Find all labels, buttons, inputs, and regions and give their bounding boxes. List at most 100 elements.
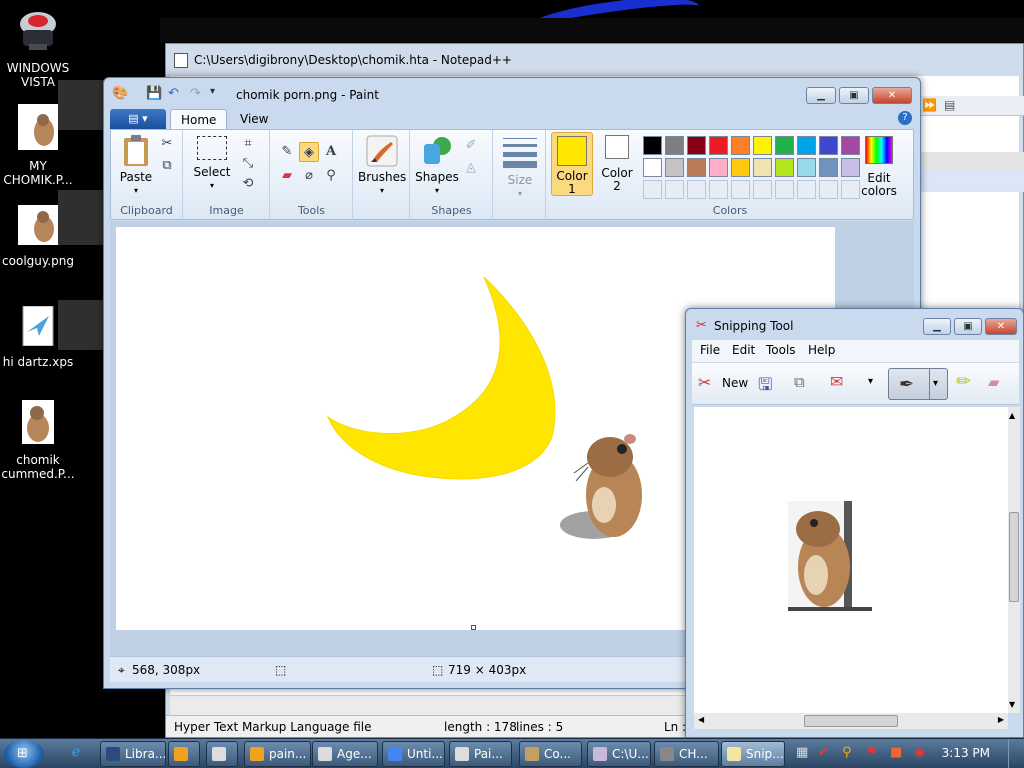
palette-custom-swatch[interactable]	[731, 180, 750, 199]
palette-swatch[interactable]	[665, 158, 684, 177]
palette-custom-swatch[interactable]	[775, 180, 794, 199]
select-button[interactable]: Select ▾	[192, 136, 232, 192]
palette-swatch[interactable]	[709, 136, 728, 155]
scroll-up-icon[interactable]: ▲	[1009, 411, 1015, 420]
scroll-thumb[interactable]	[804, 715, 898, 727]
media-player-button[interactable]	[168, 741, 200, 767]
start-button[interactable]: ⊞	[4, 740, 44, 768]
scroll-right-icon[interactable]: ▶	[998, 715, 1004, 724]
palette-swatch[interactable]	[643, 136, 662, 155]
cut-icon[interactable]: ✂	[157, 134, 177, 154]
notepadpp-titlebar[interactable]: C:\Users\digibrony\Desktop\chomik.hta - …	[166, 44, 1023, 76]
palette-custom-swatch[interactable]	[819, 180, 838, 199]
brushes-button[interactable]: Brushes ▾	[358, 134, 406, 197]
paint-titlebar[interactable]: 🎨 💾 ↶ ↷ ▾ chomik porn.png - Paint ▁ ▣ ✕	[104, 78, 920, 108]
palette-custom-swatch[interactable]	[665, 180, 684, 199]
eraser-icon[interactable]: ▰	[988, 373, 1000, 391]
tab-view[interactable]: View	[230, 109, 278, 129]
paint-menu-button[interactable]: ▤ ▾	[110, 109, 166, 129]
desktop-icon-chomik-cummed[interactable]: chomik cummed.P...	[0, 400, 76, 481]
close-button[interactable]: ✕	[872, 87, 912, 104]
color2-button[interactable]: Color 2	[597, 135, 637, 193]
palette-swatch[interactable]	[687, 136, 706, 155]
save-snip-icon[interactable]: 🖫	[758, 372, 772, 401]
tab-home[interactable]: Home	[170, 109, 228, 129]
snip-vertical-scrollbar[interactable]: ▲ ▼	[1008, 407, 1020, 713]
menu-help[interactable]: Help	[808, 343, 835, 357]
macro-icon[interactable]: ▤	[944, 98, 955, 112]
shapes-button[interactable]: Shapes ▾	[415, 134, 459, 197]
minimize-button[interactable]: ▁	[923, 318, 951, 335]
color1-button[interactable]: Color 1	[551, 132, 593, 196]
minimize-button[interactable]: ▁	[806, 87, 836, 104]
calculator-button[interactable]	[206, 741, 238, 767]
rotate-icon[interactable]: ⟲	[238, 174, 258, 194]
fill-icon[interactable]: ◬	[461, 158, 481, 178]
canvas-resize-handle[interactable]	[471, 625, 476, 630]
palette-swatch[interactable]	[665, 136, 684, 155]
maximize-button[interactable]: ▣	[954, 318, 982, 335]
save-icon[interactable]: 💾	[146, 86, 162, 101]
taskbar-item[interactable]: Co...	[519, 741, 582, 767]
notepadpp-toolbar[interactable]: ⏩ ▤	[916, 96, 1024, 116]
pencil-icon[interactable]: ✎	[277, 142, 297, 162]
menu-edit[interactable]: Edit	[732, 343, 755, 357]
palette-swatch[interactable]	[775, 158, 794, 177]
tray-search-icon[interactable]: ⚲	[842, 745, 852, 760]
new-snip-icon[interactable]: ✂	[698, 373, 711, 392]
color-picker-icon[interactable]: ⌀	[299, 166, 319, 186]
desktop-icon-my-chomik[interactable]: MY CHOMIK.P...	[0, 104, 76, 187]
palette-custom-swatch[interactable]	[797, 180, 816, 199]
fast-forward-icon[interactable]: ⏩	[922, 98, 937, 112]
paste-button[interactable]: Paste ▾	[117, 134, 155, 197]
new-button[interactable]: New	[722, 376, 748, 390]
customize-toolbar-icon[interactable]: ▾	[210, 86, 215, 97]
text-tool-icon[interactable]: A	[321, 142, 341, 162]
highlighter-icon[interactable]: ✏	[956, 371, 971, 392]
palette-swatch[interactable]	[775, 136, 794, 155]
menu-tools[interactable]: Tools	[766, 343, 796, 357]
snipping-tool-window[interactable]: ✂ Snipping Tool ▁ ▣ ✕ File Edit Tools He…	[685, 308, 1024, 738]
palette-custom-swatch[interactable]	[709, 180, 728, 199]
taskbar-item[interactable]: Snip...	[721, 741, 785, 767]
palette-swatch[interactable]	[753, 158, 772, 177]
redo-icon[interactable]: ↷	[190, 86, 201, 101]
edit-colors-button[interactable]: Edit colors	[853, 136, 905, 198]
tray-box-icon[interactable]: ■	[890, 745, 902, 760]
close-button[interactable]: ✕	[985, 318, 1017, 335]
tray-record-icon[interactable]: ◉	[914, 745, 925, 760]
palette-swatch[interactable]	[819, 136, 838, 155]
tray-check-icon[interactable]: ✔	[818, 745, 829, 760]
show-desktop-button[interactable]	[1008, 739, 1020, 768]
desktop-icon-windows-vista[interactable]: WINDOWS VISTA	[0, 6, 76, 89]
taskbar-item[interactable]: pain...	[244, 741, 311, 767]
palette-custom-swatch[interactable]	[753, 180, 772, 199]
taskbar-item[interactable]: C:\U...	[587, 741, 651, 767]
palette-swatch[interactable]	[819, 158, 838, 177]
send-snip-icon[interactable]: ✉	[830, 372, 843, 391]
help-icon[interactable]: ?	[898, 111, 912, 125]
palette-swatch[interactable]	[731, 136, 750, 155]
chevron-down-icon[interactable]: ▾	[868, 376, 873, 387]
scroll-left-icon[interactable]: ◀	[698, 715, 704, 724]
snip-canvas[interactable]	[694, 407, 1008, 713]
magnifier-icon[interactable]: ⚲	[321, 166, 341, 186]
maximize-button[interactable]: ▣	[839, 87, 869, 104]
palette-custom-swatch[interactable]	[687, 180, 706, 199]
taskbar-item[interactable]: Age...	[312, 741, 378, 767]
copy-icon[interactable]: ⧉	[157, 156, 177, 176]
palette-swatch[interactable]	[797, 158, 816, 177]
size-button[interactable]: Size ▾	[498, 136, 542, 200]
scroll-thumb[interactable]	[1009, 512, 1019, 602]
undo-icon[interactable]: ↶	[168, 86, 179, 101]
internet-explorer-icon[interactable]: ℯ	[66, 744, 86, 764]
palette-swatch[interactable]	[731, 158, 750, 177]
palette-swatch[interactable]	[797, 136, 816, 155]
desktop-icon-hi-dartz[interactable]: hi dartz.xps	[0, 305, 76, 369]
palette-swatch[interactable]	[687, 158, 706, 177]
taskbar-item[interactable]: Unti...	[382, 741, 445, 767]
tray-flag-icon[interactable]: ⚑	[866, 745, 878, 760]
crop-icon[interactable]: ⌗	[238, 134, 258, 154]
palette-swatch[interactable]	[753, 136, 772, 155]
taskbar-item[interactable]: CH...	[654, 741, 719, 767]
